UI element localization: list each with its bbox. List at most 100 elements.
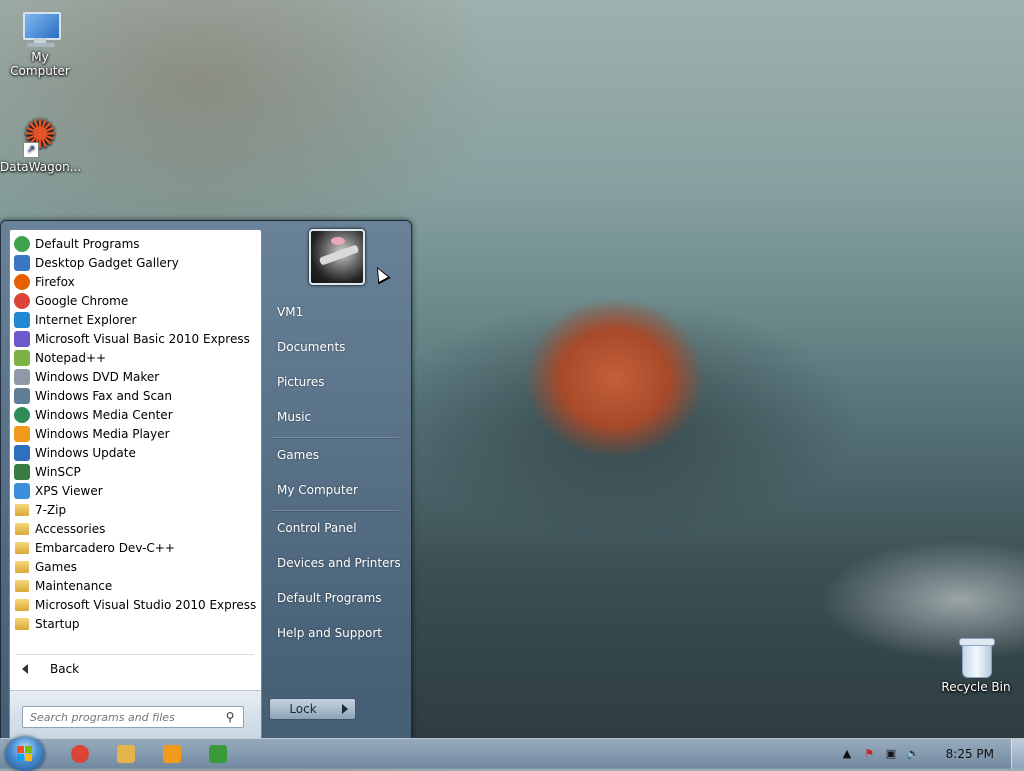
link-my-computer[interactable]: My Computer bbox=[277, 483, 358, 497]
program-label: Windows DVD Maker bbox=[35, 369, 160, 384]
program-item[interactable]: XPS Viewer bbox=[10, 481, 261, 500]
winscp-icon bbox=[14, 463, 30, 480]
internet-explorer-icon bbox=[14, 311, 30, 328]
program-label: Windows Update bbox=[35, 445, 136, 460]
show-desktop-button[interactable] bbox=[1011, 739, 1024, 769]
start-menu-programs-pane: Default Programs Desktop Gadget Gallery Fi… bbox=[9, 229, 262, 739]
start-button[interactable] bbox=[6, 737, 44, 771]
program-item[interactable]: Firefox bbox=[10, 272, 261, 291]
shutdown-options-button[interactable] bbox=[335, 698, 356, 720]
fax-scan-icon bbox=[14, 387, 30, 404]
folder-icon bbox=[15, 522, 29, 535]
csharp-express-icon bbox=[209, 745, 227, 763]
windows-update-icon bbox=[14, 444, 30, 461]
windows-logo-icon bbox=[17, 746, 33, 762]
program-item[interactable]: Internet Explorer bbox=[10, 310, 261, 329]
program-label: Windows Fax and Scan bbox=[35, 388, 173, 403]
link-documents[interactable]: Documents bbox=[277, 340, 345, 354]
media-player-icon bbox=[163, 745, 181, 763]
program-item[interactable]: Windows Media Player bbox=[10, 424, 261, 443]
desktop-icon-label: My Computer bbox=[10, 50, 70, 78]
program-label: Internet Explorer bbox=[35, 312, 137, 327]
program-item[interactable]: Maintenance bbox=[10, 576, 261, 595]
program-label: Notepad++ bbox=[35, 350, 107, 365]
lock-button[interactable]: Lock bbox=[269, 698, 337, 720]
search-input[interactable] bbox=[28, 709, 222, 725]
program-list: Default Programs Desktop Gadget Gallery Fi… bbox=[10, 234, 261, 633]
chrome-icon bbox=[71, 745, 89, 763]
program-item[interactable]: Google Chrome bbox=[10, 291, 261, 310]
start-menu-links-pane: VM1 Documents Pictures Music Games My Co… bbox=[263, 221, 411, 739]
taskbar-pinned-csharp-express[interactable] bbox=[206, 742, 230, 766]
recycle-bin-icon bbox=[958, 636, 995, 678]
default-programs-icon bbox=[14, 235, 30, 252]
link-control-panel[interactable]: Control Panel bbox=[277, 521, 357, 535]
link-default-programs[interactable]: Default Programs bbox=[277, 591, 382, 605]
program-label: WinSCP bbox=[35, 464, 81, 479]
program-item[interactable]: Microsoft Visual Studio 2010 Express bbox=[10, 595, 261, 614]
back-button[interactable]: Back bbox=[18, 662, 79, 676]
program-item[interactable]: Notepad++ bbox=[10, 348, 261, 367]
taskbar-pinned-media-player[interactable] bbox=[160, 742, 184, 766]
media-center-icon bbox=[14, 406, 30, 423]
program-item[interactable]: WinSCP bbox=[10, 462, 261, 481]
desktop-icon-recycle-bin[interactable]: Recycle Bin bbox=[936, 636, 1016, 694]
user-avatar[interactable] bbox=[309, 229, 365, 285]
xps-viewer-icon bbox=[14, 482, 30, 499]
program-item[interactable]: Windows Fax and Scan bbox=[10, 386, 261, 405]
back-label: Back bbox=[50, 662, 80, 676]
program-item[interactable]: Microsoft Visual Basic 2010 Express bbox=[10, 329, 261, 348]
program-label: Google Chrome bbox=[35, 293, 129, 308]
chrome-icon bbox=[14, 292, 30, 309]
search-box[interactable]: ⚲ bbox=[22, 706, 244, 728]
folder-icon bbox=[15, 560, 29, 573]
desktop-icon-datawagon[interactable]: ✺ ↗ DataWagon... bbox=[0, 112, 82, 174]
program-item[interactable]: Windows DVD Maker bbox=[10, 367, 261, 386]
folder-icon bbox=[15, 541, 29, 554]
program-label: Windows Media Player bbox=[35, 426, 170, 441]
search-area: ⚲ bbox=[10, 690, 261, 739]
notepadpp-icon bbox=[14, 349, 30, 366]
start-menu: Default Programs Desktop Gadget Gallery Fi… bbox=[0, 220, 412, 740]
taskbar-pinned-chrome[interactable] bbox=[68, 742, 92, 766]
chevron-right-icon bbox=[342, 704, 348, 714]
program-label: XPS Viewer bbox=[35, 483, 103, 498]
link-devices-printers[interactable]: Devices and Printers bbox=[277, 556, 401, 570]
system-tray: ▲ ⚑ ▣ 🔈 8:25 PM bbox=[834, 739, 1024, 769]
program-label: Firefox bbox=[35, 274, 75, 289]
desktop-icon-my-computer[interactable]: My Computer bbox=[0, 10, 80, 78]
program-item[interactable]: 7-Zip bbox=[10, 500, 261, 519]
action-center-flag-icon[interactable]: ⚑ bbox=[862, 748, 876, 760]
media-player-icon bbox=[14, 425, 30, 442]
clock[interactable]: 8:25 PM bbox=[946, 747, 994, 761]
desktop-icon-label: Recycle Bin bbox=[941, 680, 1011, 694]
program-label: Games bbox=[35, 559, 77, 574]
volume-icon[interactable]: 🔈 bbox=[906, 748, 920, 760]
link-user[interactable]: VM1 bbox=[277, 305, 303, 319]
link-music[interactable]: Music bbox=[277, 410, 311, 424]
show-hidden-icons-icon[interactable]: ▲ bbox=[840, 748, 854, 760]
link-help-support[interactable]: Help and Support bbox=[277, 626, 382, 640]
link-pictures[interactable]: Pictures bbox=[277, 375, 325, 389]
search-icon[interactable]: ⚲ bbox=[222, 710, 238, 724]
program-item[interactable]: Accessories bbox=[10, 519, 261, 538]
program-label: Windows Media Center bbox=[35, 407, 173, 422]
program-item[interactable]: Desktop Gadget Gallery bbox=[10, 253, 261, 272]
program-label: Embarcadero Dev-C++ bbox=[35, 540, 175, 555]
program-item[interactable]: Default Programs bbox=[10, 234, 261, 253]
folder-icon bbox=[15, 503, 29, 516]
link-games[interactable]: Games bbox=[277, 448, 319, 462]
taskbar-pinned-explorer-folder[interactable] bbox=[114, 742, 138, 766]
program-item[interactable]: Games bbox=[10, 557, 261, 576]
desktop-icon-label: DataWagon... bbox=[0, 160, 82, 174]
program-label: Microsoft Visual Basic 2010 Express bbox=[35, 331, 250, 346]
program-label: Default Programs bbox=[35, 236, 140, 251]
network-icon[interactable]: ▣ bbox=[884, 748, 898, 760]
program-label: Maintenance bbox=[35, 578, 113, 593]
program-item[interactable]: Startup bbox=[10, 614, 261, 633]
firefox-icon bbox=[14, 273, 30, 290]
program-item[interactable]: Windows Media Center bbox=[10, 405, 261, 424]
program-item[interactable]: Windows Update bbox=[10, 443, 261, 462]
program-item[interactable]: Embarcadero Dev-C++ bbox=[10, 538, 261, 557]
folder-icon bbox=[15, 598, 29, 611]
